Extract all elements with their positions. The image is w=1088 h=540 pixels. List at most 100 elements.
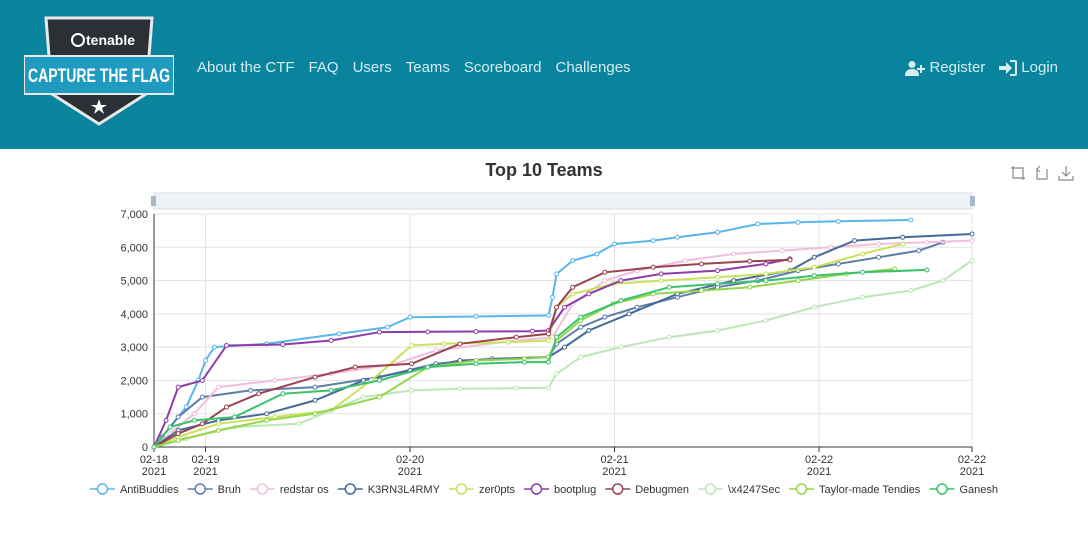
- data-point: [827, 244, 833, 250]
- data-point: [328, 387, 334, 393]
- sign-in-icon: [999, 60, 1018, 76]
- x-tick-label: 02-18: [140, 454, 168, 466]
- y-tick-label: 7,000: [120, 209, 148, 221]
- data-zoom-slider: [153, 192, 973, 210]
- legend-swatch-marker: [455, 483, 468, 495]
- data-point: [969, 258, 975, 264]
- data-point: [272, 377, 278, 383]
- data-point: [747, 284, 753, 290]
- data-point: [860, 294, 866, 300]
- data-point: [876, 241, 882, 247]
- data-point: [602, 314, 608, 320]
- data-point: [666, 334, 672, 340]
- x-tick-label: 02-22: [805, 454, 833, 466]
- x-tick-label-year: 2021: [398, 466, 422, 478]
- login-link[interactable]: Login: [999, 58, 1058, 78]
- data-point: [199, 421, 205, 427]
- data-point: [167, 424, 173, 430]
- data-point: [747, 258, 753, 264]
- legend-item-label: \x4247Sec: [728, 484, 780, 496]
- data-point: [916, 248, 922, 254]
- data-point: [280, 391, 286, 397]
- data-point: [795, 278, 801, 284]
- data-point: [900, 241, 906, 247]
- zoom-icon[interactable]: [1010, 165, 1026, 181]
- login-label: Login: [1021, 59, 1058, 76]
- data-point: [360, 394, 366, 400]
- data-point: [626, 311, 632, 317]
- data-point: [650, 264, 656, 270]
- data-point: [602, 278, 608, 284]
- data-point: [328, 337, 334, 343]
- data-point: [546, 337, 552, 343]
- data-point: [175, 414, 181, 420]
- data-point: [860, 251, 866, 257]
- logo-title-text: CAPTURE THE FLAG: [28, 66, 170, 87]
- register-link[interactable]: Register: [905, 58, 985, 78]
- data-point: [634, 304, 640, 310]
- data-point: [900, 234, 906, 240]
- data-point: [586, 291, 592, 297]
- data-point: [513, 334, 519, 340]
- data-point: [570, 284, 576, 290]
- nav-link-scoreboard[interactable]: Scoreboard: [457, 58, 549, 78]
- data-point: [763, 318, 769, 324]
- nav-link-about[interactable]: About the CTF: [190, 58, 302, 78]
- ctf-logo[interactable]: tenable CAPTURE THE FLAG: [24, 8, 174, 126]
- x-tick-label-year: 2021: [193, 466, 217, 478]
- chart-toolbox: [1010, 165, 1074, 181]
- nav-link-challenges[interactable]: Challenges: [548, 58, 637, 78]
- y-tick-label: 6,000: [120, 242, 148, 254]
- data-point: [924, 239, 930, 245]
- data-point: [715, 268, 721, 274]
- data-point: [940, 278, 946, 284]
- y-tick-label: 3,000: [120, 342, 148, 354]
- data-point: [835, 261, 841, 267]
- data-point: [505, 339, 511, 345]
- data-point: [578, 314, 584, 320]
- data-point: [578, 354, 584, 360]
- data-point: [924, 267, 930, 273]
- data-point: [554, 304, 560, 310]
- data-point: [666, 284, 672, 290]
- data-point: [546, 313, 552, 319]
- data-point: [795, 219, 801, 225]
- legend-swatch-marker: [344, 483, 357, 495]
- data-point: [203, 357, 209, 363]
- navbar: tenable CAPTURE THE FLAG About the CTF F…: [0, 0, 1088, 149]
- data-point: [554, 334, 560, 340]
- data-point: [215, 427, 221, 433]
- data-point: [407, 314, 413, 320]
- data-point: [763, 261, 769, 267]
- zoom-reset-icon[interactable]: [1034, 165, 1050, 181]
- data-point: [618, 298, 624, 304]
- data-point: [594, 251, 600, 257]
- data-point: [199, 377, 205, 383]
- nav-link-users[interactable]: Users: [346, 58, 399, 78]
- legend-item-label: redstar os: [280, 484, 329, 496]
- data-point: [163, 417, 169, 423]
- data-point: [731, 251, 737, 257]
- data-point: [441, 341, 447, 347]
- legend-swatch-marker: [611, 483, 624, 495]
- download-icon[interactable]: [1058, 165, 1074, 181]
- data-point: [223, 342, 229, 348]
- data-point: [715, 281, 721, 287]
- data-point: [199, 394, 205, 400]
- legend-swatch-marker: [704, 483, 717, 495]
- data-point: [779, 248, 785, 254]
- data-point: [715, 274, 721, 280]
- x-tick-label-year: 2021: [142, 466, 166, 478]
- data-point: [554, 271, 560, 277]
- data-point: [755, 221, 761, 227]
- data-point: [698, 288, 704, 294]
- auth-nav: Register Login: [905, 58, 1058, 78]
- data-point: [658, 271, 664, 277]
- nav-link-faq[interactable]: FAQ: [302, 58, 346, 78]
- data-point: [550, 294, 556, 300]
- data-point: [211, 344, 217, 350]
- nav-link-teams[interactable]: Teams: [399, 58, 457, 78]
- data-point: [312, 384, 318, 390]
- data-point: [546, 331, 552, 337]
- data-point: [586, 328, 592, 333]
